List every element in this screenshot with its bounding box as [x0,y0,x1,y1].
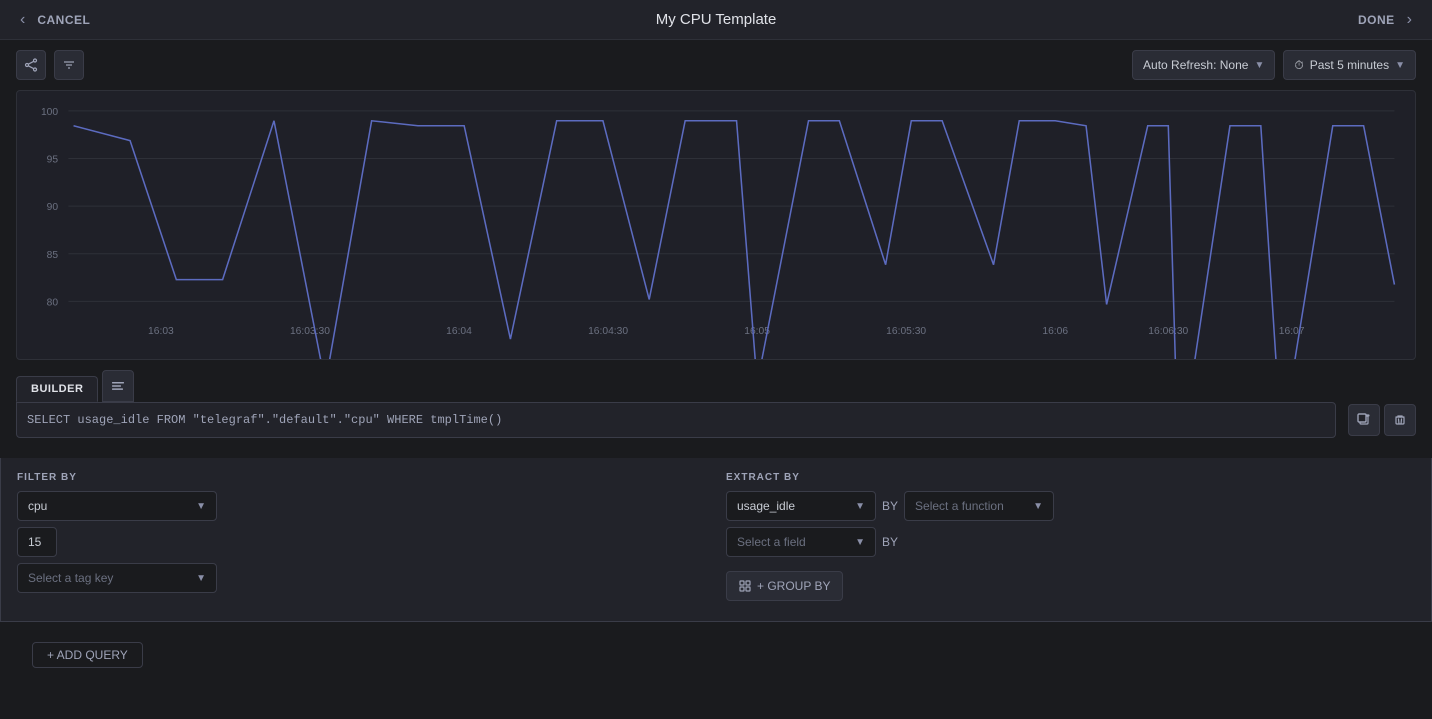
chart-line [74,121,1395,359]
measurement-value: cpu [28,499,47,513]
chevron-down-icon: ▼ [1033,501,1043,512]
group-by-row: + GROUP BY [726,563,1415,601]
svg-text:85: 85 [47,250,59,261]
forward-arrow-icon[interactable]: › [1403,7,1416,33]
svg-text:16:04:30: 16:04:30 [588,326,628,337]
extract-by-section: EXTRACT BY usage_idle ▼ BY Select a func… [726,472,1415,607]
add-query-button[interactable]: + ADD QUERY [32,642,143,668]
svg-text:16:03:30: 16:03:30 [290,326,330,337]
tag-value: 15 [17,527,57,557]
time-range-dropdown[interactable]: ⏱ Past 5 minutes ▼ [1283,50,1416,80]
clock-icon: ⏱ [1294,58,1303,73]
tag-key-row: Select a tag key ▼ [17,563,706,593]
field-function-row: usage_idle ▼ BY Select a function ▼ [726,491,1415,521]
svg-text:16:04: 16:04 [446,326,472,337]
builder-tab[interactable]: BUILDER [16,376,98,402]
field-select[interactable]: usage_idle ▼ [726,491,876,521]
toolbar-right: Auto Refresh: None ▼ ⏱ Past 5 minutes ▼ [1132,50,1416,80]
share-button[interactable] [16,50,46,80]
function-select[interactable]: Select a function ▼ [904,491,1054,521]
back-arrow-icon[interactable]: ‹ [16,7,29,33]
svg-text:90: 90 [47,202,59,213]
function-placeholder: Select a function [915,499,1004,513]
header: ‹ CANCEL My CPU Template DONE › [0,0,1432,40]
header-left: ‹ CANCEL [16,7,90,33]
sql-query-display: SELECT usage_idle FROM "telegraf"."defau… [16,402,1336,438]
measurement-select[interactable]: cpu ▼ [17,491,217,521]
filter-by-section: FILTER BY cpu ▼ 15 Select a tag key ▼ [17,472,706,607]
chevron-down-icon: ▼ [196,573,206,584]
measurement-row: cpu ▼ [17,491,706,521]
svg-text:16:05:30: 16:05:30 [886,326,926,337]
query-full-row: BUILDER SELECT usage_idle FROM "telegraf… [16,370,1416,438]
svg-text:100: 100 [41,107,59,118]
chevron-down-icon: ▼ [855,537,865,548]
second-field-select[interactable]: Select a field ▼ [726,527,876,557]
chart-container: 100 95 90 85 80 16:03 16:03:30 16:04 16:… [16,90,1416,360]
sort-button[interactable] [54,50,84,80]
time-range-label: Past 5 minutes [1310,58,1389,72]
svg-text:95: 95 [47,155,59,166]
svg-text:16:03: 16:03 [148,326,174,337]
header-right: DONE › [1358,7,1416,33]
raw-tab[interactable] [102,370,134,402]
by-label-1: BY [882,499,898,513]
by-label-2: BY [882,535,898,549]
svg-text:16:06:30: 16:06:30 [1148,326,1188,337]
query-actions [1348,404,1416,436]
query-tab-bar: BUILDER SELECT usage_idle FROM "telegraf… [16,370,1416,438]
chevron-down-icon: ▼ [1395,60,1405,71]
filter-by-label: FILTER BY [17,472,706,483]
toolbar: Auto Refresh: None ▼ ⏱ Past 5 minutes ▼ [0,40,1432,90]
field-value: usage_idle [737,499,795,513]
query-area: BUILDER SELECT usage_idle FROM "telegraf… [0,360,1432,458]
auto-refresh-label: Auto Refresh: None [1143,58,1248,72]
copy-query-button[interactable] [1348,404,1380,436]
tag-row: 15 [17,527,706,557]
done-button[interactable]: DONE [1358,13,1395,27]
line-chart: 100 95 90 85 80 16:03 16:03:30 16:04 16:… [17,91,1415,359]
second-field-row: Select a field ▼ BY [726,527,1415,557]
group-by-button[interactable]: + GROUP BY [726,571,843,601]
chevron-down-icon: ▼ [1254,60,1264,71]
sql-text: SELECT usage_idle FROM "telegraf"."defau… [27,413,1325,427]
add-query-area: + ADD QUERY [0,622,1432,688]
delete-query-button[interactable] [1384,404,1416,436]
extract-by-label: EXTRACT BY [726,472,1415,483]
auto-refresh-dropdown[interactable]: Auto Refresh: None ▼ [1132,50,1275,80]
chevron-down-icon: ▼ [196,501,206,512]
tag-key-select[interactable]: Select a tag key ▼ [17,563,217,593]
page-title: My CPU Template [656,11,777,28]
tag-key-placeholder: Select a tag key [28,571,113,585]
svg-text:16:07: 16:07 [1279,326,1305,337]
builder-body: FILTER BY cpu ▼ 15 Select a tag key ▼ EX… [0,458,1432,622]
field-placeholder: Select a field [737,535,806,549]
cancel-button[interactable]: CANCEL [37,13,90,27]
svg-text:16:06: 16:06 [1042,326,1068,337]
toolbar-left [16,50,84,80]
chevron-down-icon: ▼ [855,501,865,512]
svg-text:80: 80 [47,298,59,309]
group-by-label: + GROUP BY [757,579,830,593]
